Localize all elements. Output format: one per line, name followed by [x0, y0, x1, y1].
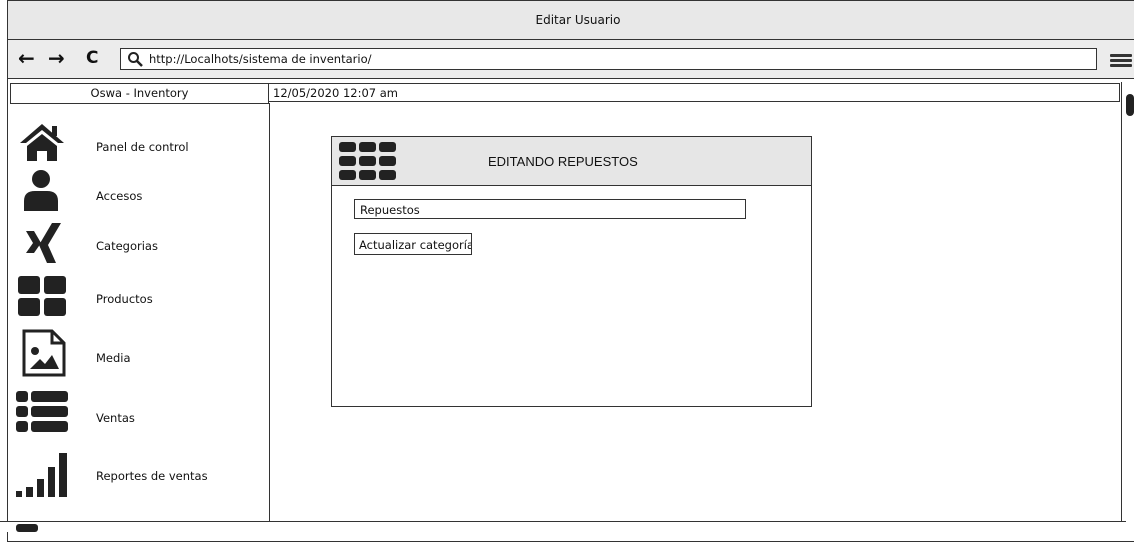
address-bar: ← → C http://Localhots/sistema de invent… — [8, 40, 1134, 79]
update-category-button[interactable]: Actualizar categoría — [354, 233, 472, 255]
list-icon — [16, 391, 68, 432]
signal-bars-icon — [16, 453, 67, 497]
sidebar-item-panel-de-control[interactable]: Panel de control — [10, 119, 265, 167]
sidebar-item-ventas[interactable]: Ventas — [10, 389, 265, 437]
sidebar-item-label: Reportes de ventas — [96, 469, 208, 483]
user-icon — [24, 170, 58, 211]
vertical-scrollbar[interactable] — [1121, 82, 1134, 522]
panel-header: EDITANDO REPUESTOS — [332, 137, 811, 186]
sidebar-item-label: Accesos — [96, 189, 143, 203]
brand-label: Oswa - Inventory — [10, 83, 269, 104]
reload-icon[interactable]: C — [86, 48, 98, 68]
horizontal-scrollbar[interactable] — [0, 521, 1126, 532]
sidebar-item-reportes-de-ventas[interactable]: Reportes de ventas — [10, 453, 265, 501]
sidebar-item-label: Categorias — [96, 239, 158, 253]
hamburger-menu-icon[interactable] — [1110, 54, 1132, 67]
forward-icon[interactable]: → — [48, 48, 65, 68]
sidebar-item-accesos[interactable]: Accesos — [10, 167, 265, 215]
sidebar-item-label: Media — [96, 351, 131, 365]
apps-grid-icon — [339, 142, 396, 180]
grid-icon — [18, 276, 66, 316]
sidebar-item-media[interactable]: Media — [10, 329, 265, 377]
browser-window: Editar Usuario ← → C http://Localhots/si… — [7, 0, 1134, 542]
url-text: http://Localhots/sistema de inventario/ — [149, 52, 372, 66]
sidebar-item-label: Ventas — [96, 411, 135, 425]
url-input[interactable]: http://Localhots/sistema de inventario/ — [120, 48, 1097, 70]
back-icon[interactable]: ← — [18, 48, 35, 68]
category-name-input[interactable]: Repuestos — [354, 199, 746, 219]
sidebar: Panel de control Accesos Categorias Prod… — [10, 103, 270, 521]
image-icon — [22, 329, 66, 377]
xing-icon — [26, 223, 61, 263]
window-titlebar: Editar Usuario — [8, 1, 1134, 40]
scroll-thumb[interactable] — [1126, 94, 1134, 116]
panel-title: EDITANDO REPUESTOS — [488, 154, 638, 169]
sidebar-item-categorias[interactable]: Categorias — [10, 217, 265, 265]
home-icon — [20, 124, 64, 161]
window-title: Editar Usuario — [535, 13, 621, 27]
edit-panel: EDITANDO REPUESTOS Repuestos Actualizar … — [331, 136, 812, 407]
sidebar-item-label: Productos — [96, 292, 153, 306]
sidebar-item-label: Panel de control — [96, 140, 189, 154]
sidebar-item-productos[interactable]: Productos — [10, 273, 265, 321]
datetime-label: 12/05/2020 12:07 am — [268, 83, 1120, 102]
search-icon — [128, 52, 143, 67]
